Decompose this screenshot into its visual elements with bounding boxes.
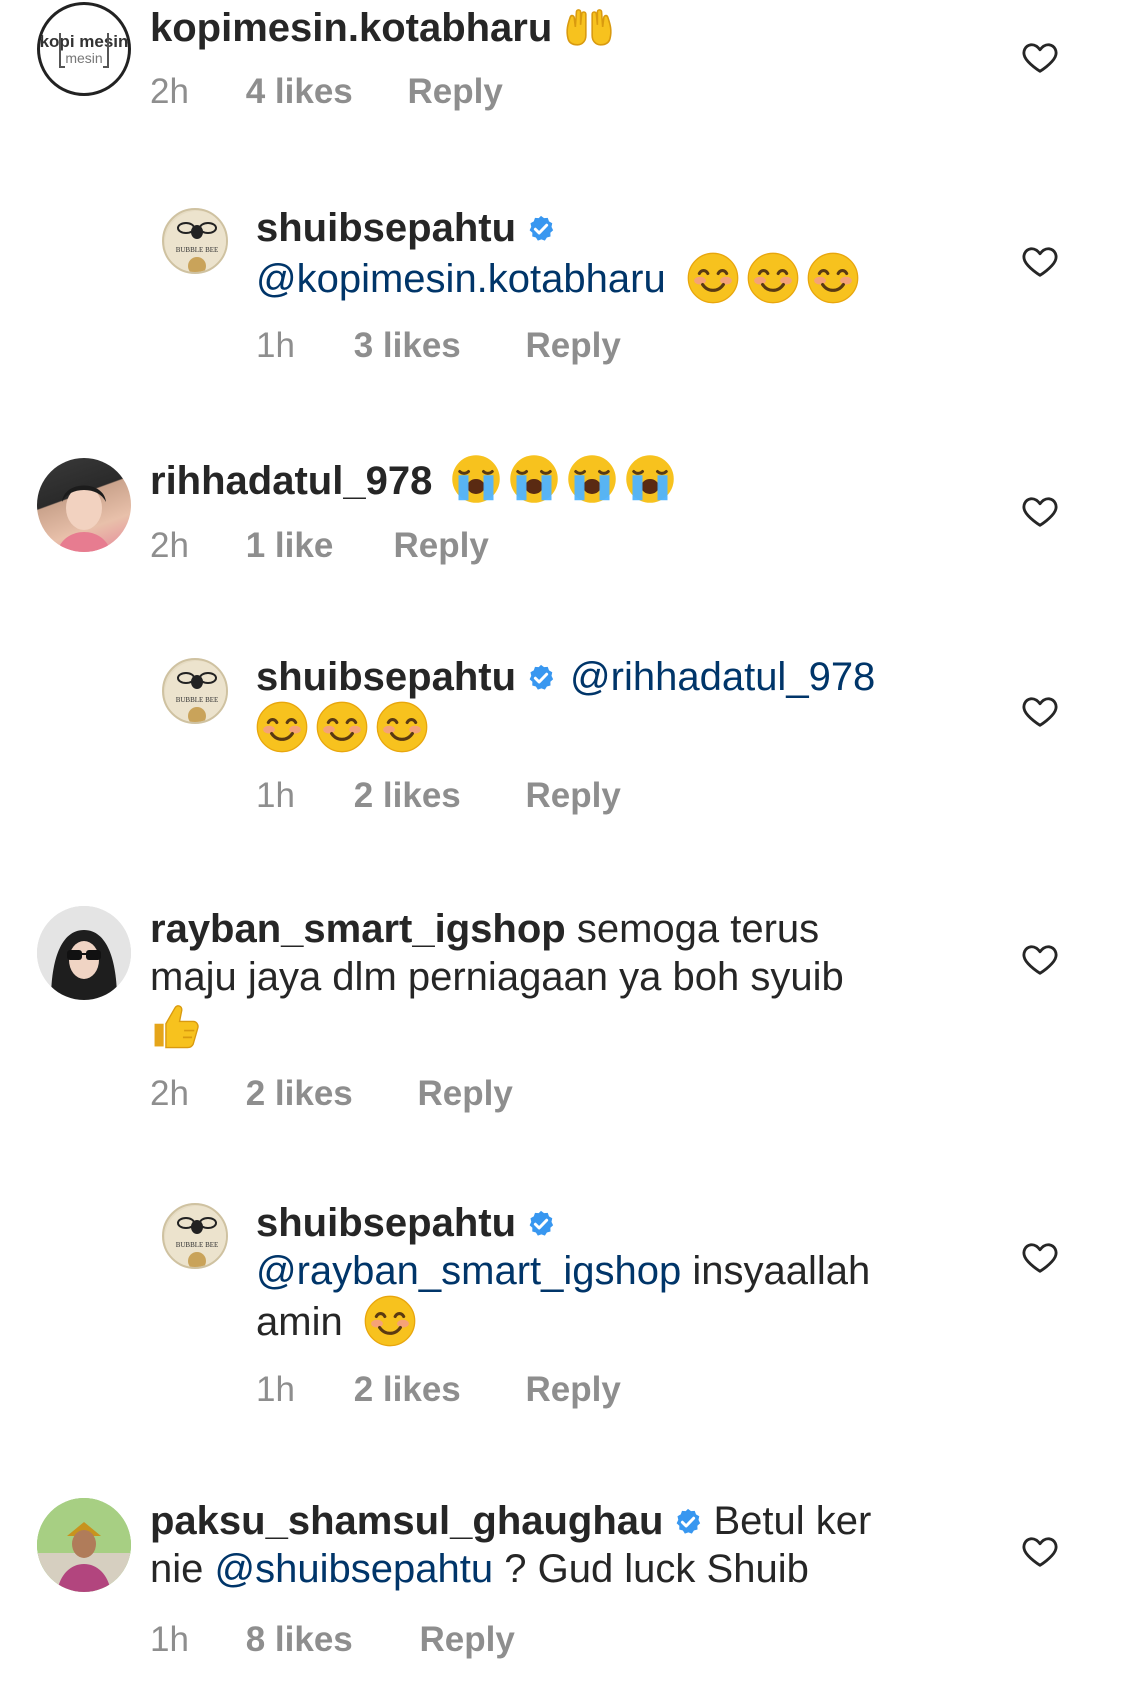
mention-link[interactable]: @shuibsepahtu bbox=[215, 1547, 494, 1591]
comment-text: shuibsepahtu @rayban_smart_igshop insyaa… bbox=[256, 1199, 1016, 1347]
profile-photo-icon bbox=[37, 1498, 131, 1592]
comment-body: Betul ker bbox=[713, 1499, 872, 1543]
heart-icon[interactable] bbox=[1020, 242, 1060, 280]
comment-body: maju jaya dlm perniagaan ya boh syuib bbox=[150, 955, 844, 999]
reply-button[interactable]: Reply bbox=[407, 72, 502, 112]
likes-count[interactable]: 8 likes bbox=[246, 1620, 410, 1660]
comment-body: semoga terus bbox=[576, 907, 820, 951]
heart-icon[interactable] bbox=[1020, 38, 1060, 76]
comment-body: ? Gud luck Shuib bbox=[504, 1547, 809, 1591]
profile-photo-icon bbox=[57, 485, 111, 552]
heart-icon[interactable] bbox=[1020, 692, 1060, 730]
profile-photo-icon bbox=[37, 906, 131, 1000]
mention-link[interactable]: @rihhadatul_978 bbox=[570, 655, 875, 699]
heart-icon[interactable] bbox=[1020, 1532, 1060, 1570]
reply-button[interactable]: Reply bbox=[525, 1370, 620, 1410]
crying-emoji-icon bbox=[625, 454, 675, 504]
reply-button[interactable]: Reply bbox=[525, 776, 620, 816]
kopimesin-logo-icon: kopi mesin mesin bbox=[40, 32, 128, 68]
likes-count[interactable]: 2 likes bbox=[354, 776, 516, 816]
heart-icon[interactable] bbox=[1020, 1238, 1060, 1276]
likes-count[interactable]: 2 likes bbox=[246, 1074, 408, 1114]
reply-button[interactable]: Reply bbox=[393, 526, 488, 566]
comment-username[interactable]: kopimesin.kotabharu bbox=[150, 6, 552, 50]
crying-emoji-icon bbox=[567, 454, 617, 504]
comment-meta: 1h 2 likes Reply bbox=[256, 776, 621, 816]
verified-badge-icon bbox=[673, 1507, 703, 1537]
heart-icon[interactable] bbox=[1020, 492, 1060, 530]
verified-badge-icon bbox=[526, 214, 556, 244]
avatar[interactable] bbox=[37, 458, 131, 552]
bubble-bee-logo-icon: BUBBLE BEE bbox=[165, 661, 226, 722]
comment-username[interactable]: shuibsepahtu bbox=[256, 1201, 516, 1245]
smile-emoji-icon bbox=[256, 701, 308, 753]
verified-badge-icon bbox=[526, 1209, 556, 1239]
crying-emoji-icon bbox=[509, 454, 559, 504]
comment-text: paksu_shamsul_ghaughau Betul ker nie @shu… bbox=[150, 1497, 930, 1593]
thumbs-up-emoji-icon bbox=[150, 1001, 200, 1051]
comment-username[interactable]: paksu_shamsul_ghaughau bbox=[150, 1499, 663, 1543]
comment-time: 1h bbox=[256, 1370, 295, 1409]
likes-count[interactable]: 2 likes bbox=[354, 1370, 516, 1410]
avatar[interactable]: BUBBLE BEE bbox=[162, 208, 228, 274]
smile-emoji-icon bbox=[316, 701, 368, 753]
avatar[interactable]: kopi mesin mesin bbox=[37, 2, 131, 96]
heart-icon[interactable] bbox=[1020, 940, 1060, 978]
comment-body: nie bbox=[150, 1547, 204, 1591]
bubble-bee-logo-icon: BUBBLE BEE bbox=[165, 211, 226, 272]
likes-count[interactable]: 4 likes bbox=[246, 72, 398, 112]
comment-time: 1h bbox=[256, 776, 295, 815]
comment-text: rayban_smart_igshop semoga terus maju ja… bbox=[150, 905, 910, 1054]
comment-meta: 2h 4 likes Reply bbox=[150, 72, 503, 112]
avatar[interactable] bbox=[37, 1498, 131, 1592]
comment-time: 2h bbox=[150, 72, 189, 111]
avatar[interactable] bbox=[37, 906, 131, 1000]
mention-link[interactable]: @rayban_smart_igshop bbox=[256, 1249, 681, 1293]
svg-text:mesin: mesin bbox=[65, 50, 102, 66]
likes-count[interactable]: 3 likes bbox=[354, 326, 516, 366]
crying-emoji-icon bbox=[451, 454, 501, 504]
likes-count[interactable]: 1 like bbox=[246, 526, 384, 566]
svg-text:BUBBLE BEE: BUBBLE BEE bbox=[176, 696, 219, 704]
reply-button[interactable]: Reply bbox=[417, 1074, 512, 1114]
comment-time: 2h bbox=[150, 526, 189, 565]
comment-text: kopimesin.kotabharu bbox=[150, 4, 910, 52]
comment-text: shuibsepahtu @rihhadatul_978 bbox=[256, 653, 1016, 753]
comment-username[interactable]: rayban_smart_igshop bbox=[150, 907, 566, 951]
verified-badge-icon bbox=[526, 663, 556, 693]
comment-text: rihhadatul_978 bbox=[150, 454, 910, 505]
smile-emoji-icon bbox=[807, 252, 859, 304]
comment-username[interactable]: shuibsepahtu bbox=[256, 655, 516, 699]
comment-body: insyaallah bbox=[692, 1249, 871, 1293]
svg-text:BUBBLE BEE: BUBBLE BEE bbox=[176, 246, 219, 254]
bubble-bee-logo-icon: BUBBLE BEE bbox=[165, 1206, 226, 1267]
raised-hands-emoji-icon bbox=[563, 7, 615, 49]
comment-meta: 1h 2 likes Reply bbox=[256, 1370, 621, 1410]
comment-body: amin bbox=[256, 1300, 343, 1344]
reply-button[interactable]: Reply bbox=[419, 1620, 514, 1660]
comment-username[interactable]: shuibsepahtu bbox=[256, 206, 516, 250]
comment-text: shuibsepahtu @kopimesin.kotabharu bbox=[256, 204, 1016, 304]
avatar[interactable]: BUBBLE BEE bbox=[162, 1203, 228, 1269]
avatar[interactable]: BUBBLE BEE bbox=[162, 658, 228, 724]
mention-link[interactable]: @kopimesin.kotabharu bbox=[256, 257, 666, 301]
svg-text:BUBBLE BEE: BUBBLE BEE bbox=[176, 1241, 219, 1249]
comment-time: 1h bbox=[256, 326, 295, 365]
smile-emoji-icon bbox=[747, 252, 799, 304]
smile-emoji-icon bbox=[687, 252, 739, 304]
smile-emoji-icon bbox=[364, 1295, 416, 1347]
comment-time: 2h bbox=[150, 1074, 189, 1113]
comment-meta: 1h 3 likes Reply bbox=[256, 326, 621, 366]
comment-meta: 2h 1 like Reply bbox=[150, 526, 489, 566]
comment-meta: 2h 2 likes Reply bbox=[150, 1074, 513, 1114]
smile-emoji-icon bbox=[376, 701, 428, 753]
avatar-logo-text: kopi mesin bbox=[40, 32, 128, 51]
reply-button[interactable]: Reply bbox=[525, 326, 620, 366]
comment-meta: 1h 8 likes Reply bbox=[150, 1620, 515, 1660]
comment-username[interactable]: rihhadatul_978 bbox=[150, 459, 432, 503]
comment-time: 1h bbox=[150, 1620, 189, 1659]
